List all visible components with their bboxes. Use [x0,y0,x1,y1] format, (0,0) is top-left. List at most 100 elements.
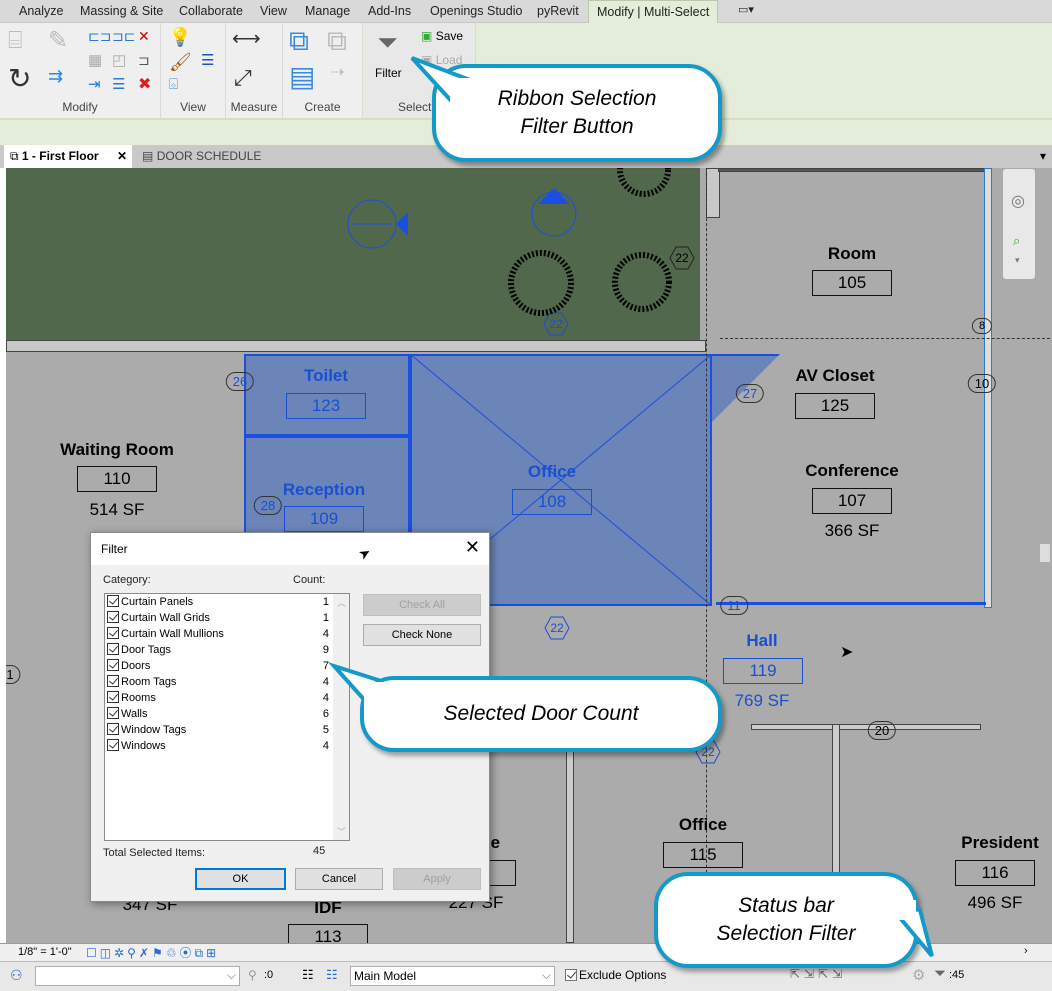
workset-dropdown[interactable]: ⌵ [35,966,240,986]
design-options-icon[interactable]: ☷ [302,967,314,983]
view-tab-door-schedule[interactable]: ▤ DOOR SCHEDULE [136,145,267,168]
rotate-icon[interactable]: ↻ [8,65,31,93]
category-item[interactable]: Rooms 4 [107,690,332,706]
save-selection-button[interactable]: ▣ Save [421,29,463,43]
door-tag[interactable]: 20 [867,721,897,740]
checkbox[interactable] [107,611,119,623]
editable-only-icon[interactable]: ⚲ [248,968,257,982]
vertical-scrollbar-thumb[interactable] [1040,544,1050,562]
edit-icon[interactable]: ✎ [48,29,68,53]
linework-icon[interactable]: ☰ [201,53,214,68]
window-tag[interactable]: 22 [544,616,570,640]
panel-toggle-icon[interactable]: ▭▾ [738,3,754,16]
door-tag[interactable]: 1 [6,665,21,684]
scroll-right-icon[interactable]: › [1024,945,1028,957]
worksets-icon[interactable]: ⚇ [10,967,23,984]
checkbox[interactable] [107,643,119,655]
tab-collaborate[interactable]: Collaborate [179,4,243,18]
tab-view[interactable]: View [260,4,287,18]
offset-icon[interactable]: ⊐⊏ [112,29,135,43]
checkbox[interactable] [107,739,119,751]
exclude-options-checkbox[interactable]: Exclude Options [565,968,666,982]
category-item[interactable]: Door Tags 9 [107,642,332,658]
door-tag[interactable]: 28 [253,496,283,515]
dimension-icon[interactable]: ⤢ [234,67,252,89]
tab-massing-site[interactable]: Massing & Site [80,4,163,18]
scroll-down-icon[interactable]: ﹀ [337,825,346,838]
create-group-icon[interactable]: ⧉ [289,27,309,55]
category-item[interactable]: Windows 4 [107,738,332,754]
checkbox[interactable] [107,659,119,671]
split-gap-icon[interactable]: ☰ [112,77,125,92]
door-tag[interactable]: 26 [225,372,255,391]
door-tag[interactable]: 11 [720,596,748,615]
door-tag[interactable]: 10 [967,374,997,393]
close-icon[interactable]: ✕ [465,537,480,558]
close-tab-icon[interactable]: ✕ [117,149,127,163]
tab-manage[interactable]: Manage [305,4,350,18]
view-tab-first-floor[interactable]: ⧉ 1 - First Floor ✕ [4,145,132,168]
checkbox[interactable] [107,691,119,703]
create-similar-icon[interactable]: ⧉ [327,27,347,55]
nav-dropdown-icon[interactable]: ▾ [1015,255,1020,266]
checkbox[interactable] [107,723,119,735]
room-name: Hall [746,631,778,650]
category-item[interactable]: Window Tags 5 [107,722,332,738]
checkbox[interactable] [565,969,577,981]
checkbox[interactable] [107,627,119,639]
ok-button[interactable]: OK [195,868,286,890]
design-option-dropdown[interactable]: Main Model ⌵ [350,966,555,986]
delete-icon[interactable]: ✖ [138,77,151,93]
array-icon[interactable]: ▦ [88,53,102,68]
category-item[interactable]: Room Tags 4 [107,674,332,690]
checkbox[interactable] [107,675,119,687]
check-all-button[interactable]: Check All [363,594,481,616]
funnel-icon: ⏷ [377,27,398,57]
tab-overflow-icon[interactable]: ▾ [1040,149,1046,163]
tab-pyrevit[interactable]: pyRevit [537,4,579,18]
tab-modify-multi-select[interactable]: Modify | Multi-Select [588,0,719,24]
status-filter-icon[interactable]: ⏷ [934,965,946,982]
selection-count[interactable]: :45 [949,969,964,981]
align-icon[interactable]: ⊏⊐ [88,29,111,43]
create-parts-icon[interactable]: ▤ [289,63,315,91]
tab-analyze[interactable]: Analyze [19,4,63,18]
scroll-up-icon[interactable]: ︿ [337,596,346,609]
measure-distance-icon[interactable]: ⟷ [232,29,261,49]
gear-icon[interactable]: ⚙ [912,966,925,984]
add-to-set-icon[interactable]: ☷ [326,967,338,983]
category-item[interactable]: Walls 6 [107,706,332,722]
scale-icon[interactable]: ◰ [112,53,126,68]
split-icon[interactable]: ⇥ [88,77,101,92]
selection-option-icons[interactable]: ⇱⇲⇱⇲ [790,967,846,981]
unpin-icon[interactable]: ✕ [138,29,150,43]
paint-brush-icon[interactable]: 🖌 [169,53,192,71]
category-label: Rooms [121,692,156,704]
steering-wheel-icon[interactable]: ◎ [1011,191,1025,211]
trim-icon[interactable]: ⇉ [48,67,63,85]
checkbox[interactable] [107,707,119,719]
check-none-button[interactable]: Check None [363,624,481,646]
category-item[interactable]: Curtain Wall Mullions 4 [107,626,332,642]
apply-button[interactable]: Apply [393,868,481,890]
category-list[interactable]: Curtain Panels 1 Curtain Wall Grids 1 Curt… [104,593,350,841]
category-item[interactable]: Curtain Panels 1 [107,594,332,610]
category-item[interactable]: Doors 7 [107,658,332,674]
create-assembly-icon[interactable]: ⇢ [331,65,344,81]
tab-add-ins[interactable]: Add-Ins [368,4,411,18]
pin-icon[interactable]: ⊐ [138,53,150,67]
section-box-icon[interactable]: ⌺ [169,77,178,92]
door-tag[interactable]: 8 [971,318,993,334]
view-control-icons[interactable]: ☐◫✲⚲✗⚑♲⦿⧉⊞ [86,944,219,961]
lightbulb-icon[interactable]: 💡 [169,28,191,46]
checkbox[interactable] [107,595,119,607]
door-tag[interactable]: 27 [735,384,765,403]
category-item[interactable]: Curtain Wall Grids 1 [107,610,332,626]
view-scale[interactable]: 1/8" = 1'-0" [18,946,72,958]
tab-openings-studio[interactable]: Openings Studio [430,4,522,18]
cancel-button[interactable]: Cancel [295,868,383,890]
list-scrollbar[interactable]: ︿ ﹀ [333,594,349,840]
navigation-bar[interactable]: ◎ ⌕ ▾ [1002,168,1036,280]
zoom-icon[interactable]: ⌕ [1013,233,1020,249]
modify-select-icon[interactable]: ⌸ [8,29,22,53]
